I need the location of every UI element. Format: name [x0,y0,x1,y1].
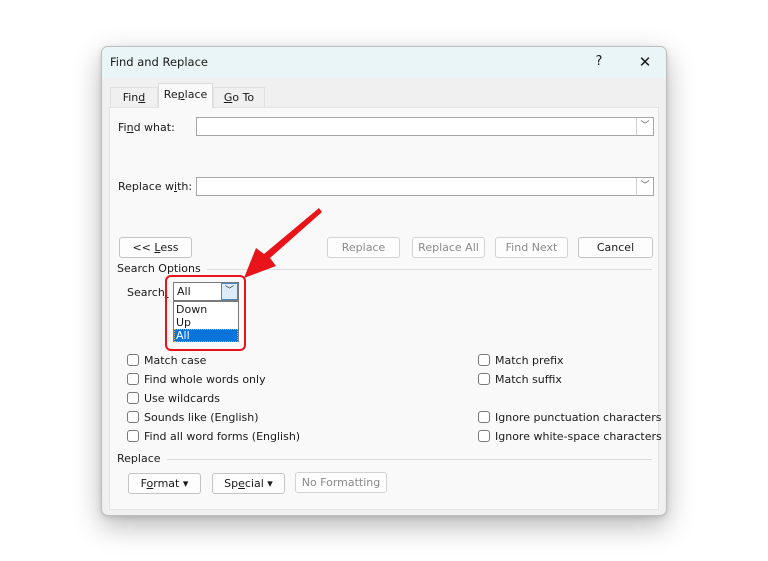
close-button[interactable]: ✕ [634,51,656,73]
checkbox-label: Find all word forms (English) [144,430,301,443]
word-forms-checkbox[interactable]: Find all word forms (English) [127,430,300,444]
find-replace-dialog: Find and Replace ? ✕ Find Replace Go To … [101,46,667,516]
search-options-section: Search Options [117,262,652,276]
checkbox-box[interactable] [478,411,490,423]
match-prefix-checkbox[interactable]: Match prefix [478,354,564,368]
checkbox-label: Ignore white-space characters [495,430,662,443]
replace-with-input[interactable]: ﹀ [196,177,654,196]
dialog-title: Find and Replace [110,55,208,69]
tab-replace[interactable]: Replace [158,83,213,108]
replace-panel: Find what: ﹀ Replace with: ﹀ << Less Rep… [109,107,662,510]
checkbox-box[interactable] [127,430,139,442]
special-button[interactable]: Special ▾ [212,473,285,494]
sounds-like-checkbox[interactable]: Sounds like (English) [127,411,259,425]
checkbox-label: Ignore punctuation characters [495,411,662,424]
tab-replace-label-rest: lace [184,88,208,101]
cancel-button[interactable]: Cancel [578,237,653,258]
replace-section: Replace [117,452,652,466]
checkbox-label: Match prefix [495,354,564,367]
checkbox-box[interactable] [478,430,490,442]
annotation-arrow-icon [244,208,322,278]
tab-replace-accel: p [177,88,185,101]
option-all[interactable]: All [174,329,238,342]
checkbox-box[interactable] [478,373,490,385]
checkbox-label: Match case [144,354,207,367]
search-label: Search: [127,286,169,299]
ignore-whitespace-checkbox[interactable]: Ignore white-space characters [478,430,662,444]
find-next-button[interactable]: Find Next [495,237,568,258]
checkbox-label: Find whole words only [144,373,266,386]
checkbox-label: Sounds like (English) [144,411,259,424]
match-suffix-checkbox[interactable]: Match suffix [478,373,562,387]
search-direction-listbox: Down Up All [173,301,239,342]
find-what-label: Find what: [118,121,175,134]
ignore-punctuation-checkbox[interactable]: Ignore punctuation characters [478,411,661,425]
format-button[interactable]: Format ▾ [128,473,201,494]
option-down[interactable]: Down [174,303,238,316]
use-wildcards-checkbox[interactable]: Use wildcards [127,392,220,406]
match-case-checkbox[interactable]: Match case [127,354,206,368]
tab-goto-label: o To [232,91,255,104]
tab-find-accel: d [138,91,146,104]
chevron-down-icon[interactable]: ﹀ [221,283,238,300]
tab-find-label: Fin [122,91,139,104]
no-formatting-button[interactable]: No Formatting [295,472,387,493]
checkbox-box[interactable] [127,354,139,366]
tab-find[interactable]: Find [110,87,158,107]
arrow-shape [244,208,322,278]
help-button[interactable]: ? [588,52,610,72]
search-options-heading: Search Options [117,262,207,275]
tab-replace-label: Re [163,88,178,101]
find-what-input[interactable]: ﹀ [196,117,654,136]
search-direction-value: All [177,285,191,298]
whole-words-checkbox[interactable]: Find whole words only [127,373,266,387]
checkbox-box[interactable] [127,392,139,404]
checkbox-label: Match suffix [495,373,562,386]
replace-all-button[interactable]: Replace All [412,237,485,258]
checkbox-box[interactable] [478,354,490,366]
less-button[interactable]: << Less [119,237,192,258]
chevron-down-icon[interactable]: ﹀ [636,178,653,195]
checkbox-box[interactable] [127,411,139,423]
replace-section-heading: Replace [117,452,167,465]
checkbox-box[interactable] [127,373,139,385]
checkbox-label: Use wildcards [144,392,220,405]
divider [117,459,652,460]
replace-with-label: Replace with: [118,180,193,193]
option-up[interactable]: Up [174,316,238,329]
title-bar: Find and Replace ? ✕ [102,47,666,78]
replace-button[interactable]: Replace [327,237,400,258]
tab-goto[interactable]: Go To [213,87,265,107]
chevron-down-icon[interactable]: ﹀ [636,118,653,135]
